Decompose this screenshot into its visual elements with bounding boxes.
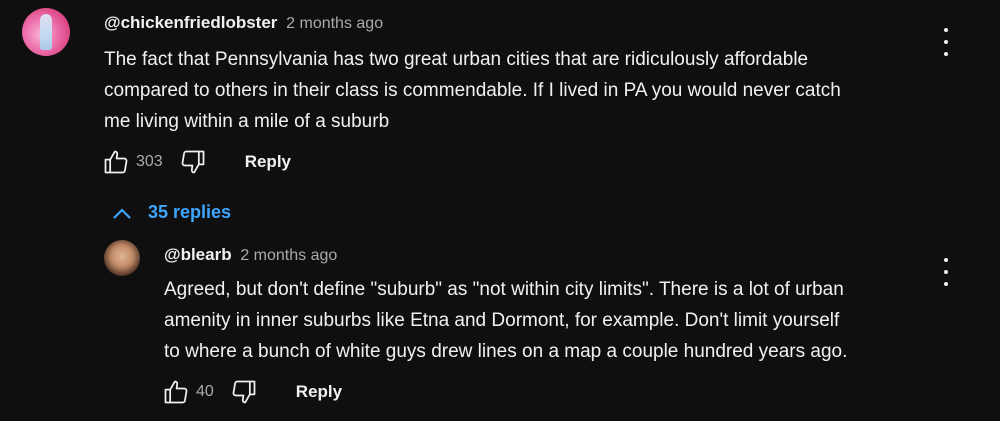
comment-header: @chickenfriedlobster 2 months ago [104,13,383,33]
reply-time[interactable]: 2 months ago [240,247,337,264]
dislike-button[interactable] [177,146,209,178]
reply-button[interactable]: Reply [296,382,342,402]
more-vert-icon[interactable] [940,28,952,56]
chevron-up-icon [113,207,131,219]
thumbs-up-icon [164,380,188,404]
like-count: 303 [136,153,163,170]
comment-time[interactable]: 2 months ago [286,15,383,32]
comment-author[interactable]: @chickenfriedlobster [104,13,277,32]
reply-text-line: Agreed, but don't define "suburb" as "no… [164,279,844,300]
thumbs-up-icon [104,150,128,174]
reply-actions: 40 Reply [160,376,342,408]
avatar[interactable] [104,240,140,276]
like-button[interactable] [160,376,192,408]
dislike-button[interactable] [228,376,260,408]
statue-figure [40,14,52,50]
reply-header: @blearb 2 months ago [164,245,337,265]
like-button[interactable] [100,146,132,178]
reply-text-line: to where a bunch of white guys drew line… [164,341,848,362]
comment-text-line: compared to others in their class is com… [104,80,841,101]
comment-text-line: The fact that Pennsylvania has two great… [104,49,809,70]
reply-author[interactable]: @blearb [164,245,232,264]
thumbs-down-icon [181,150,205,174]
comment-actions: 303 Reply [100,146,291,178]
reply-text-line: amenity in inner suburbs like Etna and D… [164,310,840,331]
replies-toggle-button[interactable]: 35 replies [112,202,231,223]
replies-count[interactable]: 35 replies [148,202,231,223]
more-vert-icon[interactable] [940,258,952,286]
reply-button[interactable]: Reply [245,152,291,172]
comment-text: The fact that Pennsylvania has two great… [104,44,841,137]
thumbs-down-icon [232,380,256,404]
comment-text-line: me living within a mile of a suburb [104,111,390,132]
reply-text: Agreed, but don't define "suburb" as "no… [164,274,847,367]
like-count: 40 [196,383,214,400]
avatar[interactable] [22,8,70,56]
